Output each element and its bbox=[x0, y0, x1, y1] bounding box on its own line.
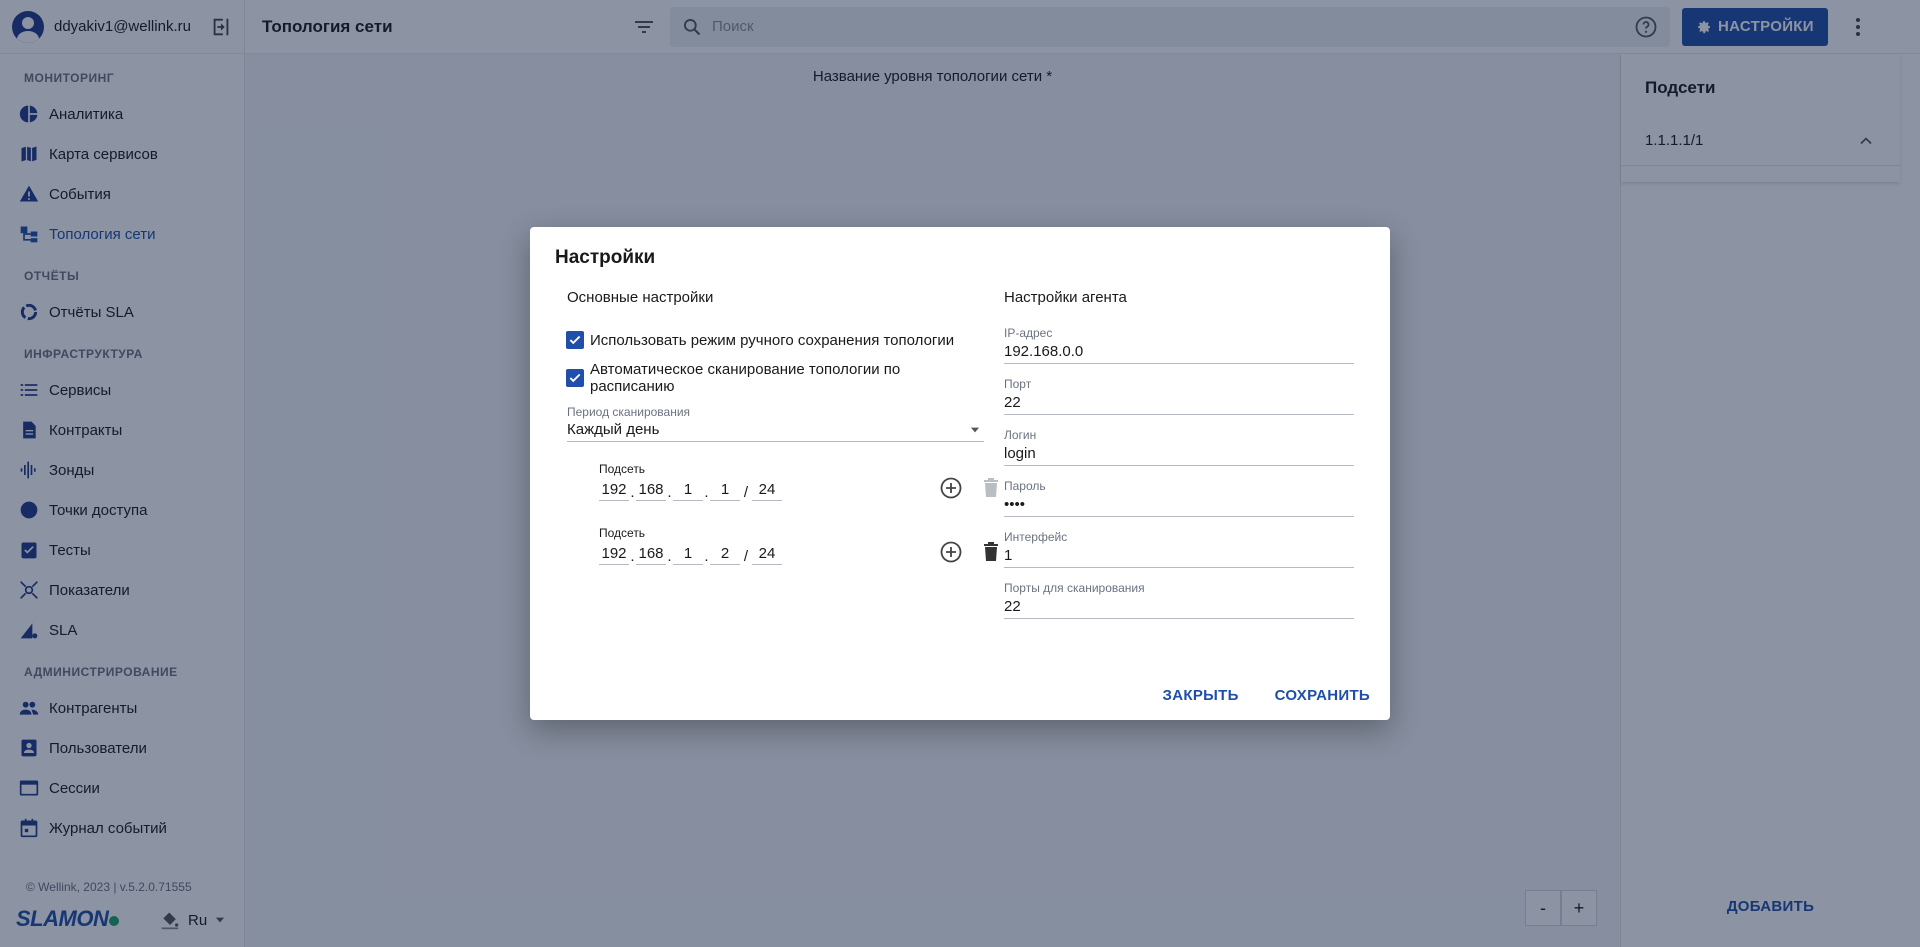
scan-period-select[interactable]: Период сканирования Каждый день bbox=[567, 405, 984, 442]
field-label: Порты для сканирования bbox=[1004, 581, 1145, 595]
check-icon bbox=[569, 335, 581, 345]
scan-ports-field[interactable]: Порты для сканирования 22 bbox=[1004, 581, 1354, 619]
manual-save-checkbox[interactable] bbox=[566, 331, 584, 349]
field-value[interactable]: •••• bbox=[1004, 496, 1354, 513]
basic-settings-heading: Основные настройки bbox=[567, 289, 714, 306]
mask-separator: / bbox=[743, 548, 749, 565]
field-label: Интерфейс bbox=[1004, 530, 1068, 544]
subnet-octet-4[interactable]: 2 bbox=[710, 545, 740, 565]
octet-separator: . bbox=[704, 484, 709, 501]
ip-address-field[interactable]: IP-адрес 192.168.0.0 bbox=[1004, 326, 1354, 364]
interface-field[interactable]: Интерфейс 1 bbox=[1004, 530, 1354, 568]
basic-settings-column: Основные настройки Использовать режим ру… bbox=[566, 289, 998, 574]
dialog-actions: ЗАКРЫТЬ СОХРАНИТЬ bbox=[1127, 687, 1370, 704]
login-field[interactable]: Логин login bbox=[1004, 428, 1354, 466]
agent-settings-heading: Настройки агента bbox=[1004, 289, 1127, 306]
field-label: IP-адрес bbox=[1004, 326, 1053, 340]
field-label: Пароль bbox=[1004, 479, 1046, 493]
subnet-octet-1[interactable]: 192 bbox=[599, 545, 629, 565]
close-button[interactable]: ЗАКРЫТЬ bbox=[1163, 687, 1239, 704]
subnet-octet-3[interactable]: 1 bbox=[673, 481, 703, 501]
delete-icon bbox=[984, 478, 998, 497]
subnet-octet-1[interactable]: 192 bbox=[599, 481, 629, 501]
auto-scan-checkbox[interactable] bbox=[566, 369, 584, 387]
subnet-label: Подсеть bbox=[599, 526, 646, 540]
octet-separator: . bbox=[630, 484, 635, 501]
agent-settings-column: Настройки агента IP-адрес 192.168.0.0 По… bbox=[1004, 289, 1354, 619]
octet-separator: . bbox=[704, 548, 709, 565]
subnet-mask[interactable]: 24 bbox=[752, 545, 782, 565]
field-value[interactable]: login bbox=[1004, 445, 1354, 462]
manual-save-label: Использовать режим ручного сохранения то… bbox=[590, 331, 955, 349]
subnet-label: Подсеть bbox=[599, 462, 646, 476]
field-value[interactable]: 192.168.0.0 bbox=[1004, 343, 1354, 360]
subnet-row: Подсеть 192. 168. 1. 2/ 24 bbox=[599, 526, 998, 574]
subnet-octet-3[interactable]: 1 bbox=[673, 545, 703, 565]
octet-separator: . bbox=[667, 548, 672, 565]
field-value[interactable]: 22 bbox=[1004, 598, 1354, 615]
scan-period-label: Период сканирования bbox=[567, 405, 691, 419]
dropdown-arrow-icon bbox=[970, 427, 980, 432]
subnet-octet-4[interactable]: 1 bbox=[710, 481, 740, 501]
dialog-title: Настройки bbox=[555, 247, 656, 268]
subnet-row: Подсеть 192. 168. 1. 1/ 24 bbox=[599, 462, 998, 510]
delete-icon[interactable] bbox=[979, 540, 1003, 564]
octet-separator: . bbox=[630, 548, 635, 565]
auto-scan-option[interactable]: Автоматическое сканирование топологии по… bbox=[566, 361, 987, 395]
add-circle-icon[interactable] bbox=[939, 476, 963, 500]
scan-period-value: Каждый день bbox=[567, 421, 660, 438]
octet-separator: . bbox=[667, 484, 672, 501]
subnet-octet-2[interactable]: 168 bbox=[636, 545, 666, 565]
password-field[interactable]: Пароль •••• bbox=[1004, 479, 1354, 517]
manual-save-option[interactable]: Использовать режим ручного сохранения то… bbox=[566, 327, 987, 353]
field-label: Порт bbox=[1004, 377, 1032, 391]
add-circle-icon[interactable] bbox=[939, 540, 963, 564]
save-button[interactable]: СОХРАНИТЬ bbox=[1275, 687, 1370, 704]
port-field[interactable]: Порт 22 bbox=[1004, 377, 1354, 415]
field-label: Логин bbox=[1004, 428, 1037, 442]
field-value[interactable]: 1 bbox=[1004, 547, 1354, 564]
mask-separator: / bbox=[743, 484, 749, 501]
check-icon bbox=[569, 373, 581, 383]
subnet-octet-2[interactable]: 168 bbox=[636, 481, 666, 501]
field-value[interactable]: 22 bbox=[1004, 394, 1354, 411]
subnet-mask[interactable]: 24 bbox=[752, 481, 782, 501]
settings-dialog: Настройки Основные настройки Использоват… bbox=[530, 227, 1390, 720]
auto-scan-label: Автоматическое сканирование топологии по… bbox=[590, 361, 901, 395]
